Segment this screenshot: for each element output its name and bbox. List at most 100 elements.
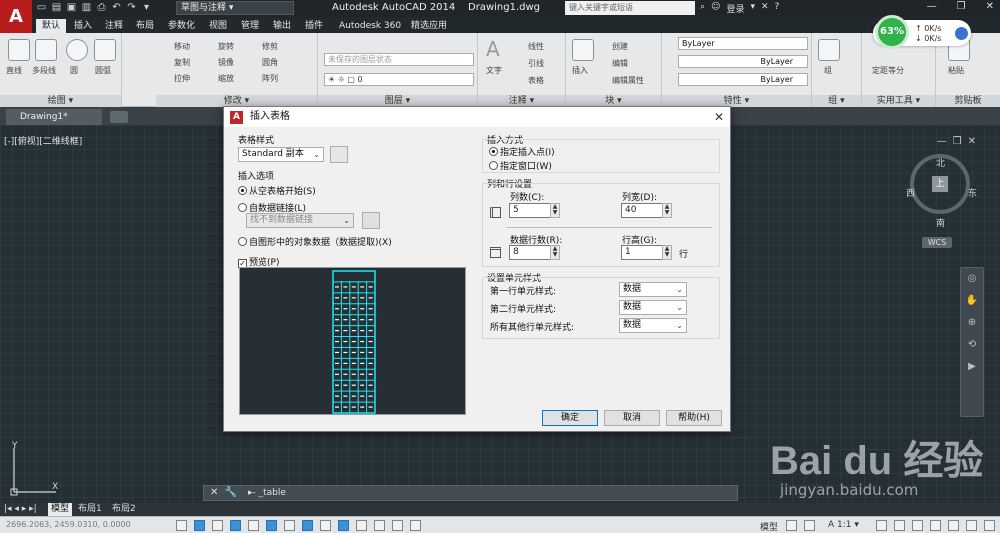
text-label[interactable]: 文字 bbox=[486, 65, 502, 76]
pan-icon[interactable]: ✋ bbox=[961, 290, 983, 312]
dyn-icon[interactable] bbox=[338, 520, 349, 531]
clean-screen-icon[interactable] bbox=[984, 520, 995, 531]
rows-spinner[interactable]: ▲ ▼ bbox=[550, 245, 560, 260]
file-tab-drawing1[interactable]: Drawing1* bbox=[6, 109, 102, 125]
compass-west[interactable]: 西 bbox=[906, 186, 915, 199]
insert-block-label[interactable]: 插入 bbox=[572, 65, 588, 76]
help-button[interactable]: 帮助(H) bbox=[666, 410, 722, 426]
lineweight-dropdown[interactable]: ByLayer bbox=[678, 73, 808, 86]
isolate-icon[interactable] bbox=[966, 520, 977, 531]
tab-featured[interactable]: 精选应用 bbox=[405, 19, 453, 33]
linear-dim-tool[interactable]: 线性 bbox=[528, 41, 544, 52]
tab-annotate[interactable]: 注释 bbox=[99, 19, 129, 33]
otrack-icon[interactable] bbox=[302, 520, 313, 531]
ok-button[interactable]: 确定 bbox=[542, 410, 598, 426]
tab-manage[interactable]: 管理 bbox=[235, 19, 265, 33]
command-line[interactable]: ✕ 🔧 ▸- _table bbox=[203, 485, 738, 501]
tab-insert[interactable]: 插入 bbox=[68, 19, 98, 33]
new-icon[interactable]: ▭ bbox=[36, 2, 47, 13]
tab-output[interactable]: 输出 bbox=[267, 19, 297, 33]
tab-default[interactable]: 默认 bbox=[36, 19, 67, 33]
close-button[interactable]: ✕ bbox=[986, 1, 994, 12]
move-tool[interactable]: 移动 bbox=[174, 41, 190, 52]
paste-label[interactable]: 粘贴 bbox=[948, 65, 964, 76]
new-tab-icon[interactable] bbox=[110, 111, 128, 123]
insert-block-icon[interactable] bbox=[572, 39, 594, 61]
column-width-spinner[interactable]: ▲ ▼ bbox=[662, 203, 672, 218]
layer-dropdown[interactable]: ☀ ☼ ▢ 0 bbox=[324, 73, 474, 86]
tab-parametric[interactable]: 参数化 bbox=[162, 19, 201, 33]
line-icon[interactable] bbox=[8, 39, 30, 61]
annotation-scale[interactable]: A 1:1 ▾ bbox=[828, 520, 859, 530]
leader-tool[interactable]: 引线 bbox=[528, 58, 544, 69]
ducs-icon[interactable] bbox=[320, 520, 331, 531]
minimize-viewport-icon[interactable]: — bbox=[937, 136, 953, 147]
divide-tool[interactable]: 定距等分 bbox=[872, 65, 904, 76]
search-input[interactable]: 键入关键字或短语 bbox=[565, 1, 695, 15]
lock-icon[interactable] bbox=[930, 520, 941, 531]
table-tool[interactable]: 表格 bbox=[528, 75, 544, 86]
workspace-selector[interactable]: 草图与注释 ▾ bbox=[176, 1, 294, 15]
undo-icon[interactable]: ↶ bbox=[111, 2, 122, 13]
dropdown-icon[interactable]: ▾ bbox=[141, 2, 152, 13]
text-icon[interactable]: A bbox=[486, 37, 500, 61]
model-space-toggle[interactable]: 模型 bbox=[760, 520, 778, 533]
close-viewport-icon[interactable]: ✕ bbox=[968, 136, 982, 147]
viewport-label[interactable]: [-][俯视][二维线框] bbox=[4, 134, 82, 147]
compass-north[interactable]: 北 bbox=[936, 156, 945, 169]
help-icon[interactable]: ? bbox=[775, 2, 780, 15]
polyline-icon[interactable] bbox=[35, 39, 57, 61]
table-style-dialog-button[interactable] bbox=[330, 146, 348, 163]
tab-layout2[interactable]: 布局2 bbox=[112, 503, 136, 516]
arc-icon[interactable] bbox=[94, 39, 116, 61]
color-dropdown[interactable]: ByLayer bbox=[678, 37, 808, 50]
group-icon[interactable] bbox=[818, 39, 840, 61]
tab-plugins[interactable]: 插件 bbox=[299, 19, 329, 33]
redo-icon[interactable]: ↷ bbox=[126, 2, 137, 13]
copy-tool[interactable]: 复制 bbox=[174, 57, 190, 68]
coordinates-readout[interactable]: 2696.2063, 2459.0310, 0.0000 bbox=[6, 520, 131, 529]
panel-utilities-label[interactable]: 实用工具 ▾ bbox=[862, 95, 935, 107]
exchange-icon[interactable]: ✕ bbox=[761, 2, 769, 15]
restore-viewport-icon[interactable]: ❐ bbox=[953, 136, 968, 147]
hardware-accel-icon[interactable] bbox=[948, 520, 959, 531]
radio-empty-table[interactable]: 从空表格开始(S) bbox=[238, 184, 316, 197]
linetype-dropdown[interactable]: ByLayer bbox=[678, 55, 808, 68]
panel-groups-label[interactable]: 组 ▾ bbox=[812, 95, 861, 107]
annotation-visibility-icon[interactable] bbox=[876, 520, 887, 531]
stretch-tool[interactable]: 拉伸 bbox=[174, 73, 190, 84]
open-icon[interactable]: ▤ bbox=[51, 2, 62, 13]
compass-south[interactable]: 南 bbox=[936, 216, 945, 229]
osnap-icon[interactable] bbox=[266, 520, 277, 531]
second-row-dropdown[interactable]: 数据 ⌄ bbox=[619, 300, 687, 315]
radio-insert-point[interactable]: 指定插入点(I) bbox=[489, 145, 555, 158]
viewcube-top-face[interactable]: 上 bbox=[932, 176, 948, 192]
radio-data-extraction[interactable]: 自图形中的对象数据（数据提取)(X) bbox=[238, 235, 392, 248]
circle-label[interactable]: 圆 bbox=[70, 65, 78, 76]
compass-east[interactable]: 东 bbox=[968, 186, 977, 199]
qp-icon[interactable] bbox=[392, 520, 403, 531]
panel-clipboard-label[interactable]: 剪贴板 bbox=[936, 95, 1000, 107]
quick-view-drawings-icon[interactable] bbox=[804, 520, 815, 531]
tab-layout1[interactable]: 布局1 bbox=[78, 503, 102, 516]
lweight-icon[interactable] bbox=[356, 520, 367, 531]
dropdown-icon[interactable]: ▾ bbox=[750, 2, 755, 15]
layout-nav-icon[interactable]: |◂ ◂ ▸ ▸| bbox=[4, 503, 37, 516]
rotate-tool[interactable]: 旋转 bbox=[218, 41, 234, 52]
login-link[interactable]: 登录 bbox=[726, 2, 744, 15]
other-rows-dropdown[interactable]: 数据 ⌄ bbox=[619, 318, 687, 333]
search-icon[interactable]: ⌕ bbox=[700, 2, 705, 15]
first-row-dropdown[interactable]: 数据 ⌄ bbox=[619, 282, 687, 297]
plot-icon[interactable]: ⎙ bbox=[96, 2, 107, 13]
orbit-icon[interactable]: ⟲ bbox=[961, 334, 983, 356]
create-block-tool[interactable]: 创建 bbox=[612, 41, 628, 52]
user-icon[interactable]: ☺ bbox=[711, 2, 720, 15]
transparency-icon[interactable] bbox=[374, 520, 385, 531]
ortho-icon[interactable] bbox=[230, 520, 241, 531]
grid-icon[interactable] bbox=[212, 520, 223, 531]
table-style-dropdown[interactable]: Standard 副本 ⌄ bbox=[238, 147, 324, 162]
polar-icon[interactable] bbox=[248, 520, 259, 531]
accelerate-icon[interactable] bbox=[955, 27, 968, 40]
3dosnap-icon[interactable] bbox=[284, 520, 295, 531]
snap-icon[interactable] bbox=[194, 520, 205, 531]
